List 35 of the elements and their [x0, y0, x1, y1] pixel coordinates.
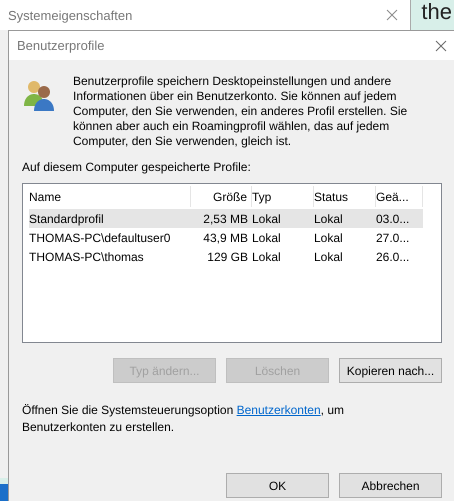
table-cell-text: Lokal: [314, 250, 344, 264]
window-title: Systemeigenschaften: [8, 8, 132, 22]
column-header[interactable]: Status: [314, 186, 376, 207]
table-cell-text: 129 GB: [206, 250, 249, 264]
table-cell-text: Lokal: [314, 230, 344, 244]
profile-row[interactable]: THOMAS-PC\thomas 129 GB Lokal Lokal 26.0...: [29, 247, 423, 266]
table-cell-text: Lokal: [252, 230, 282, 244]
table-cell-text: Lokal: [314, 212, 344, 226]
profile-button[interactable]: Kopieren nach...: [339, 358, 442, 383]
list-label: Auf diesem Computer gespeicherte Profile:: [22, 159, 252, 176]
users-icon: [22, 78, 56, 112]
table-cell-text: Lokal: [252, 212, 282, 226]
table-cell-text: 27.0...: [376, 230, 410, 244]
column-header[interactable]: Größe: [191, 186, 252, 207]
table-cell-text: 43,9 MB: [202, 230, 249, 244]
description-text: Benutzerprofile speichern Desktopeinstellungen und andere Informationen über ein Benutzerkonto. Sie können auf jedem Computer, den Sie verwenden, ein anderes Profil erstellen. Sie können aber auch ein Roamingprofil wählen, das auf jedem Computer, den Sie verwenden, gleich ist.: [73, 74, 408, 149]
profile-row[interactable]: THOMAS-PC\defaultuser0 43,9 MB Lokal Lokal 27.0...: [29, 228, 423, 247]
table-cell-text: Standardprofil: [29, 212, 105, 226]
table-cell-text: THOMAS-PC\thomas: [29, 250, 145, 264]
table-cell-text: THOMAS-PC\defaultuser0: [29, 230, 172, 244]
table-cell-text: 2,53 MB: [202, 212, 249, 226]
profile-row[interactable]: Standardprofil 2,53 MB Lokal Lokal 03.0...: [29, 209, 423, 228]
dialog-title: Benutzerprofile: [17, 38, 104, 53]
ok-button[interactable]: OK: [226, 473, 329, 498]
user-accounts-link[interactable]: Benutzerkonten: [236, 403, 321, 417]
column-header[interactable]: Typ: [252, 186, 314, 207]
profile-list[interactable]: Name Größe Typ Status Geä... Standardprofil 2,53 MB Lokal Lokal 03.0... THOMAS-PC\defaultuser0 43,9 MB Lokal Lokal 27.0... THOMAS-PC\thomas 129 GB Lokal Lokal 26.0...: [22, 183, 442, 343]
cancel-button[interactable]: Abbrechen: [339, 473, 442, 498]
column-header[interactable]: Geä...: [376, 186, 423, 207]
table-cell-text: 26.0...: [376, 250, 410, 264]
table-cell-text: Lokal: [252, 250, 282, 264]
footer-text: Öffnen Sie die Systemsteuerungsoption Benutzerkonten, um Benutzerkonten zu erstellen.: [22, 402, 345, 436]
background-text: the: [421, 0, 452, 24]
column-header[interactable]: Name: [29, 186, 191, 207]
table-cell-text: 03.0...: [376, 212, 410, 226]
